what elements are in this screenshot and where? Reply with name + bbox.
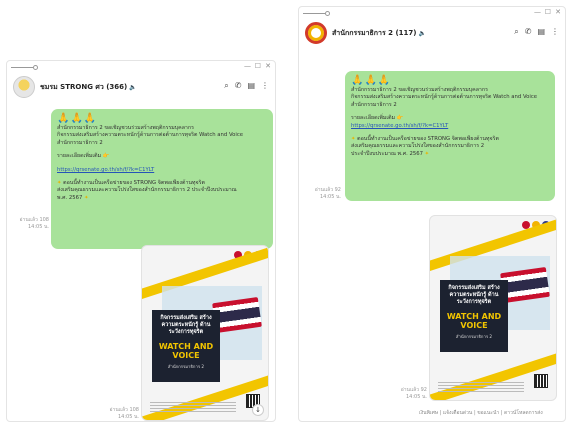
poster-title: กิจกรรมส่งเสริม สร้างความตระหนักรู้ ด้าน… — [448, 285, 500, 305]
star-icon: ✦ — [424, 150, 430, 157]
minimize-icon[interactable]: — — [244, 62, 251, 70]
message-line: กิจกรรมส่งเสริมสร้างความตระหนักรู้ด้านกา… — [57, 132, 244, 139]
footer-note: เงินพิเศษ | แจ้งเตือนด่วน | ขอแนะนำ | ดา… — [419, 410, 543, 416]
message-line: กิจกรรมส่งเสริมสร้างความตระหนักรู้ด้านกา… — [351, 94, 538, 101]
search-icon[interactable]: ⌕ — [224, 81, 228, 91]
message-link[interactable]: https://qrsenate.go.th/sh/f/?k=C1YLT — [351, 123, 549, 130]
emoji-row: 🙏🙏🙏 — [351, 75, 392, 86]
star-icon: ✦ — [351, 136, 356, 143]
read-timestamp: อ่านแล้ว 92 14:05 น. — [314, 187, 341, 200]
message-line: สำนักกรรมาธิการ 2 — [351, 101, 397, 108]
titlebar: — ☐ ✕ — [299, 7, 565, 21]
sound-icon: 🔈 — [418, 29, 426, 37]
poster-headline: WATCH AND VOICE — [158, 342, 214, 360]
call-icon[interactable]: ✆ — [525, 27, 532, 37]
message-line: ส่งเสริมคุณธรรมและความโปร่งใสของสำนักกรร… — [57, 187, 237, 194]
notes-icon[interactable]: ▤ — [247, 81, 255, 91]
star-icon: ✦ — [84, 194, 89, 201]
read-timestamp: อ่านแล้ว 108 14:05 น. — [19, 217, 49, 230]
download-icon[interactable]: ↓ — [252, 404, 264, 416]
close-icon[interactable]: ✕ — [265, 62, 271, 70]
maximize-icon[interactable]: ☐ — [255, 62, 261, 70]
poster-title: กิจกรรมส่งเสริม สร้างความตระหนักรู้ ด้าน… — [160, 315, 212, 335]
chat-window-right: — ☐ ✕ สำนักกรรมาธิการ 2 (117) 🔈 ⌕ ✆ ▤ ⋮ … — [298, 6, 566, 422]
emoji-row: 🙏🙏🙏 — [57, 113, 98, 124]
poster-org: สำนักกรรมาธิการ 2 — [455, 334, 493, 339]
chat-title: ชมรม STRONG ศว (366) — [40, 82, 128, 91]
poster-image[interactable]: กิจกรรมส่งเสริม สร้างความตระหนักรู้ ด้าน… — [429, 215, 557, 401]
menu-icon[interactable]: ⋮ — [551, 27, 559, 37]
chat-window-left: — ☐ ✕ ชมรม STRONG ศว (366) 🔈 ⌕ ✆ ▤ ⋮ 🙏🙏🙏… — [6, 60, 276, 422]
message-link[interactable]: https://qrsenate.go.th/sh/f/?k=C1YLT — [57, 167, 267, 174]
maximize-icon[interactable]: ☐ — [545, 8, 551, 16]
read-timestamp: อ่านแล้ว 92 14:05 น. — [400, 387, 427, 400]
chat-header: สำนักกรรมาธิการ 2 (117) 🔈 ⌕ ✆ ▤ ⋮ — [299, 21, 565, 45]
sound-icon: 🔈 — [129, 83, 137, 91]
search-icon[interactable]: ⌕ — [514, 27, 518, 37]
detail-label: รายละเอียดเพิ่มเติม 👉 — [57, 153, 110, 160]
message-bubble[interactable]: 🙏🙏🙏 สำนักกรรมาธิการ 2 ขอเชิญชวนร่วมสร้าง… — [51, 109, 273, 249]
message-line: สำนักกรรมาธิการ 2 — [57, 139, 103, 146]
chat-header: ชมรม STRONG ศว (366) 🔈 ⌕ ✆ ▤ ⋮ — [7, 75, 275, 99]
poster-image[interactable]: กิจกรรมส่งเสริม สร้างความตระหนักรู้ ด้าน… — [141, 245, 269, 421]
read-timestamp: อ่านแล้ว 108 14:05 น. — [109, 407, 139, 420]
menu-icon[interactable]: ⋮ — [261, 81, 269, 91]
minimize-icon[interactable]: — — [534, 8, 541, 16]
close-icon[interactable]: ✕ — [555, 8, 561, 16]
poster-org: สำนักกรรมาธิการ 2 — [167, 364, 205, 369]
call-icon[interactable]: ✆ — [235, 81, 242, 91]
titlebar: — ☐ ✕ — [7, 61, 275, 75]
message-line: ประจำปีงบประมาณ พ.ศ. 2567 ✦ — [351, 150, 430, 157]
avatar[interactable] — [13, 76, 35, 98]
chat-title: สำนักกรรมาธิการ 2 (117) — [332, 28, 417, 37]
message-line: ส่งเสริมคุณธรรมและความโปร่งใสของสำนักกรร… — [351, 143, 485, 150]
detail-label: รายละเอียดเพิ่มเติม 👉 — [351, 115, 404, 122]
poster-headline: WATCH AND VOICE — [446, 312, 502, 330]
avatar[interactable] — [305, 22, 327, 44]
notes-icon[interactable]: ▤ — [537, 27, 545, 37]
star-icon: ✦ — [57, 180, 62, 187]
message-line: พ.ศ. 2567 ✦ — [57, 194, 89, 201]
message-bubble[interactable]: 🙏🙏🙏 สำนักกรรมาธิการ 2 ขอเชิญชวนร่วมสร้าง… — [345, 71, 555, 201]
qr-code — [534, 374, 548, 388]
